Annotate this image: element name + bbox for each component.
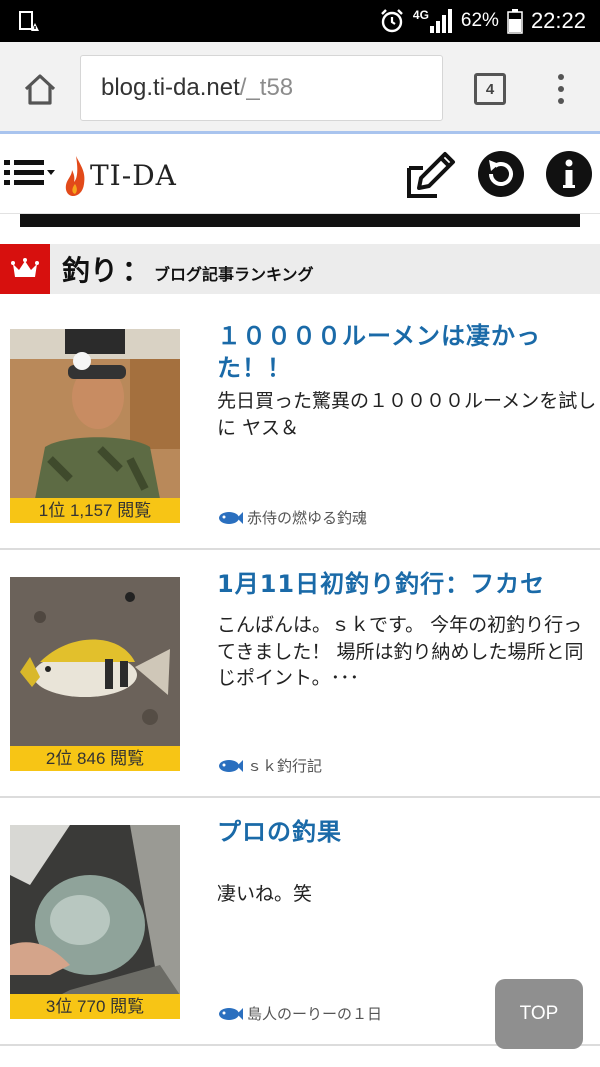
url-host: blog.ti-da.net xyxy=(101,74,240,101)
article-excerpt: 凄いね。笑 xyxy=(217,883,313,905)
clock: 22:22 xyxy=(530,8,586,33)
home-icon[interactable] xyxy=(20,70,60,110)
article-thumbnail[interactable]: 3位 770 閲覧 xyxy=(10,825,180,1019)
article-title[interactable]: 1月11日初釣り釣行：フカセ xyxy=(217,568,592,600)
alarm-icon xyxy=(381,9,403,33)
ranking-list: 1位 1,157 閲覧 １００００ルーメンは凄かった！！ 先日買った驚異の１００… xyxy=(0,302,600,1046)
blog-link[interactable]: 赤侍の燃ゆる釣魂 xyxy=(217,507,367,528)
site-header: TI-DA xyxy=(0,134,600,214)
refresh-icon[interactable] xyxy=(477,150,525,198)
ranking-section-header: 釣り ： ブログ記事ランキング xyxy=(0,244,600,294)
article-title[interactable]: プロの釣果 xyxy=(217,816,592,848)
thumbnail-photo xyxy=(10,329,180,499)
flame-icon xyxy=(65,156,85,196)
blog-name: ｓｋ釣行記 xyxy=(247,757,323,775)
article-thumbnail[interactable]: 2位 846 閲覧 xyxy=(10,577,180,771)
logo-text: TI-DA xyxy=(90,159,177,192)
blog-name: 島人のーりーの１日 xyxy=(247,1005,383,1023)
crown-badge xyxy=(0,244,50,294)
divider-bar xyxy=(20,214,580,227)
thumbnail-photo xyxy=(10,825,180,995)
rank-badge: 3位 770 閲覧 xyxy=(10,994,180,1019)
info-icon[interactable] xyxy=(545,150,593,198)
site-logo[interactable]: TI-DA xyxy=(64,146,177,198)
edit-blog-icon[interactable] xyxy=(405,148,459,200)
signal-icon xyxy=(429,9,452,33)
status-bar: 4G 62% 22:22 xyxy=(0,0,600,42)
fish-icon xyxy=(219,759,243,772)
rank-badge: 2位 846 閲覧 xyxy=(10,746,180,771)
back-to-top-button[interactable]: TOP xyxy=(495,979,583,1049)
fish-icon xyxy=(219,1007,243,1020)
tab-switcher-button[interactable]: 4 xyxy=(474,73,506,105)
ranking-item[interactable]: 1位 1,157 閲覧 １００００ルーメンは凄かった！！ 先日買った驚異の１００… xyxy=(0,302,600,550)
article-excerpt: 先日買った驚異の１００００ルーメンを試しに ヤス＆ xyxy=(217,390,597,439)
article-title[interactable]: １００００ルーメンは凄かった！！ xyxy=(217,320,592,385)
address-bar[interactable]: blog.ti-da.net/_t58 xyxy=(80,55,443,121)
overflow-menu-icon[interactable] xyxy=(551,71,571,107)
url-path: /_t58 xyxy=(239,74,294,101)
battery-icon xyxy=(507,9,523,34)
article-thumbnail[interactable]: 1位 1,157 閲覧 xyxy=(10,329,180,523)
network-type: 4G xyxy=(412,8,429,22)
section-subtitle: ブログ記事ランキング xyxy=(154,265,314,284)
fish-icon xyxy=(219,511,243,524)
crown-icon xyxy=(11,258,39,277)
blog-name: 赤侍の燃ゆる釣魂 xyxy=(247,509,368,527)
list-menu-icon[interactable] xyxy=(4,158,58,188)
browser-toolbar: blog.ti-da.net/_t58 4 xyxy=(0,42,600,134)
ranking-item[interactable]: 2位 846 閲覧 1月11日初釣り釣行：フカセ こんばんは。ｓｋです。 今年の… xyxy=(0,550,600,798)
section-colon: ： xyxy=(122,254,151,287)
blog-link[interactable]: 島人のーりーの１日 xyxy=(217,1003,382,1024)
battery-percent: 62% xyxy=(460,10,499,31)
article-excerpt: こんばんは。ｓｋです。 今年の初釣り行ってきました！ 場所は釣り納めした場所と同… xyxy=(217,614,584,690)
sim-alert-icon xyxy=(19,11,39,31)
thumbnail-photo xyxy=(10,577,180,747)
rank-badge: 1位 1,157 閲覧 xyxy=(10,498,180,523)
blog-link[interactable]: ｓｋ釣行記 xyxy=(217,755,322,776)
section-title: 釣り xyxy=(62,254,119,287)
